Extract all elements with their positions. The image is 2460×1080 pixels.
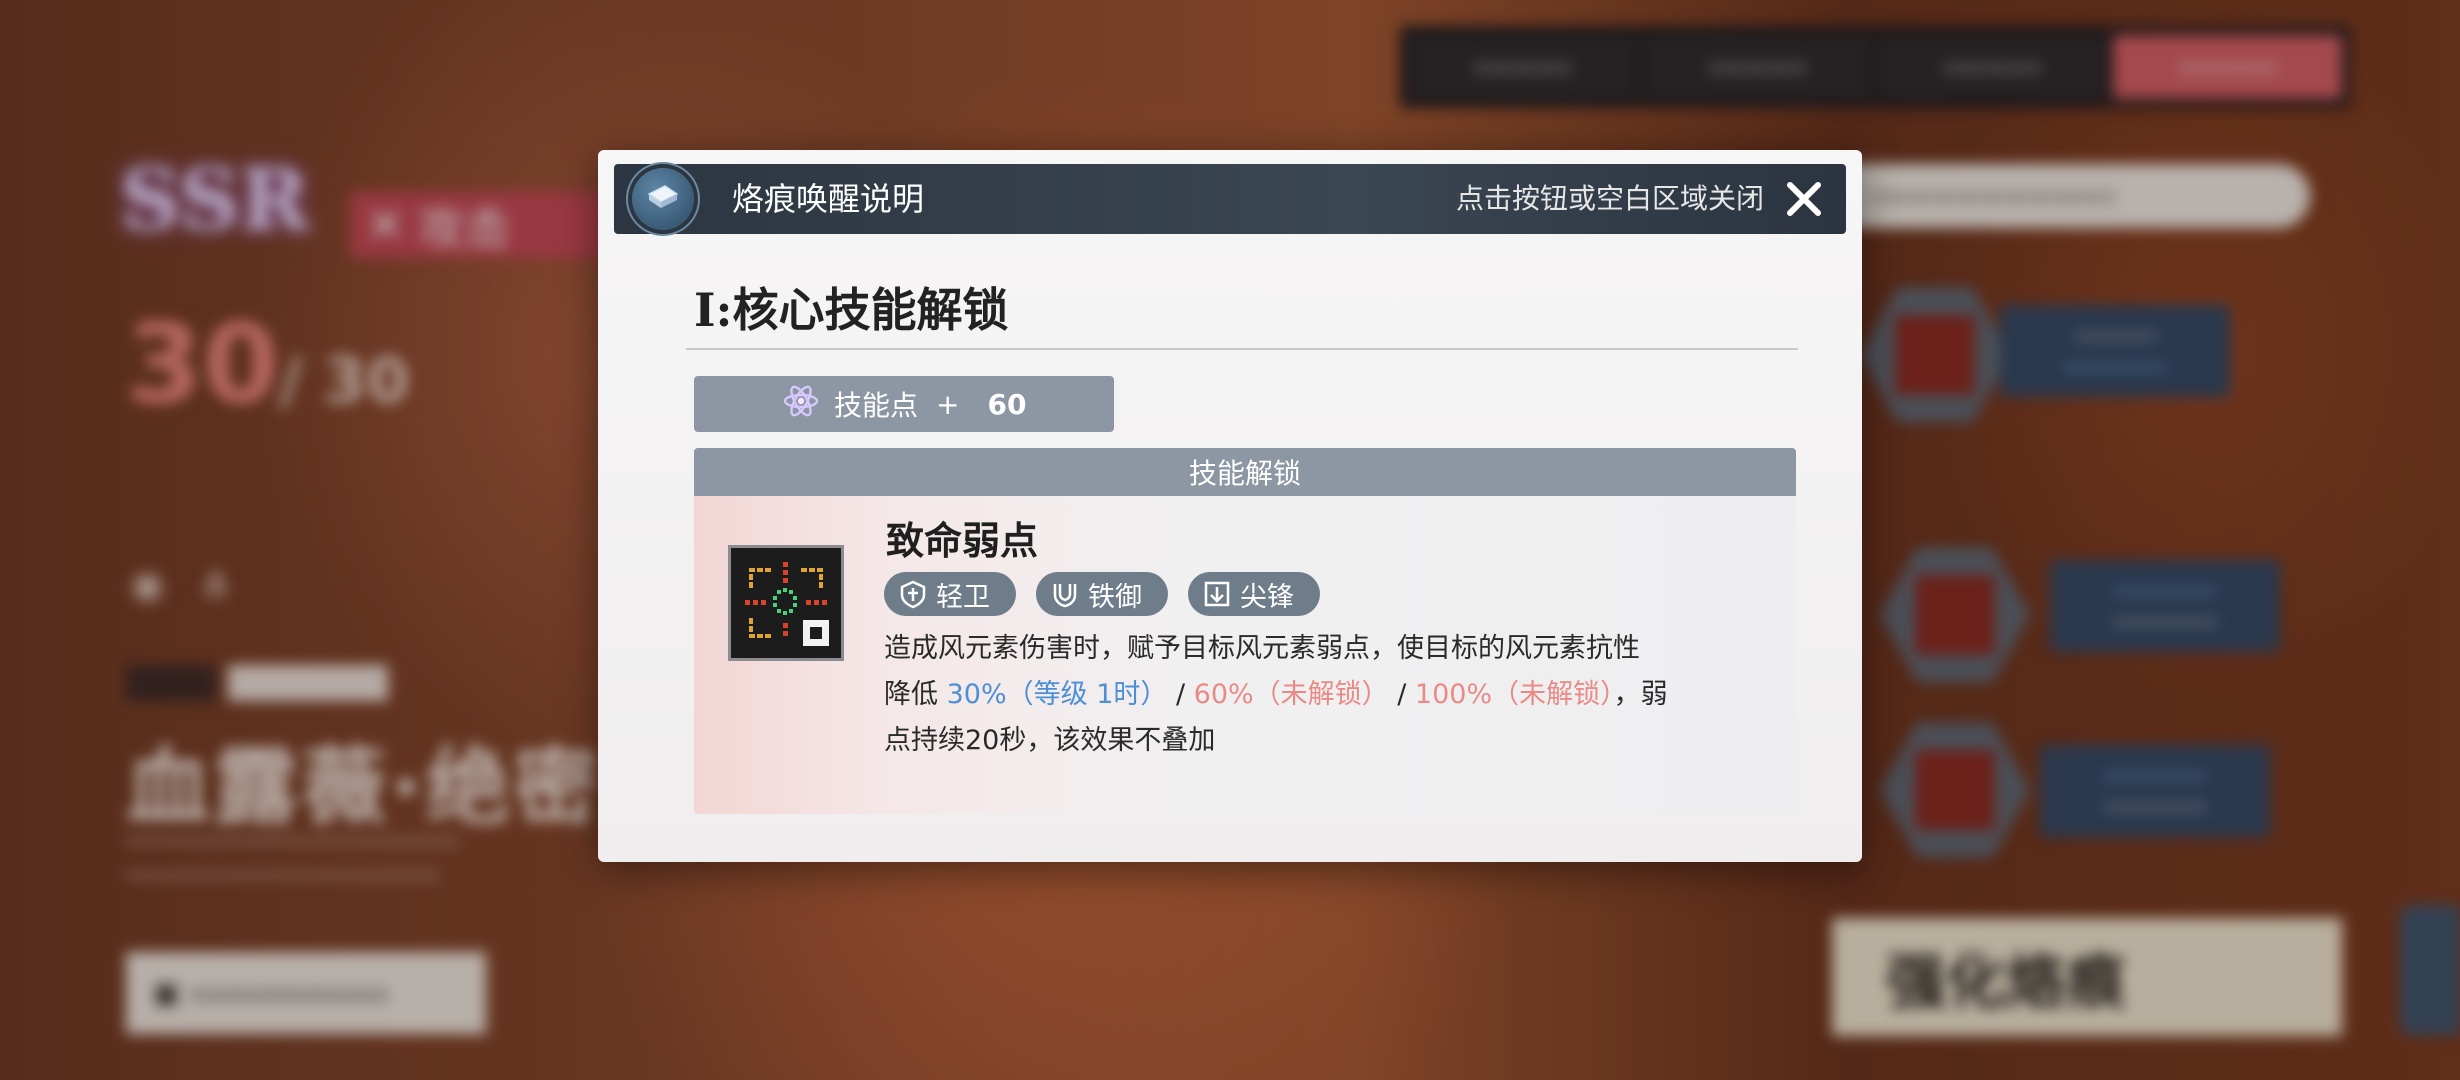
skill-unlock-panel: 技能解锁 致命弱点 轻卫 铁御 尖锋 造成风元素伤害时，赋予目标风元素弱点，使目… [694, 448, 1796, 814]
desc-line-1: 造成风元素伤害时，赋予目标风元素弱点，使目标的风元素抗性 [884, 633, 1640, 664]
modal-header: 烙痕唤醒说明 点击按钮或空白区域关闭 [614, 164, 1846, 234]
level-2-value: 60%（未解锁） [1193, 679, 1389, 710]
close-hint: 点击按钮或空白区域关闭 [1455, 182, 1764, 215]
skill-name: 致命弱点 [886, 518, 1039, 563]
skill-points-label: 技能点 [834, 389, 919, 422]
atom-icon [782, 382, 820, 427]
desc-separator: / [1167, 679, 1194, 710]
desc-suffix: ，弱 [1613, 679, 1668, 710]
skill-unlock-header: 技能解锁 [694, 448, 1796, 496]
desc-line-3: 点持续20秒，该效果不叠加 [884, 725, 1216, 756]
awakening-info-modal: 烙痕唤醒说明 点击按钮或空白区域关闭 I:核心技能解锁 技能点 + 60 技能解… [598, 150, 1862, 862]
skill-points-bar: 技能点 + 60 [694, 376, 1114, 432]
tag-label: 轻卫 [936, 581, 990, 613]
level-3-value: 100%（未解锁） [1414, 679, 1614, 710]
section-title: I:核心技能解锁 [694, 283, 1009, 337]
iron-defense-icon [1050, 579, 1080, 609]
level-1-value: 30%（等级 1时） [946, 679, 1168, 710]
skill-points-plus: + [936, 387, 960, 421]
close-icon[interactable] [1784, 179, 1824, 219]
skill-points-value: 60 [987, 387, 1027, 421]
tag-sharp-edge: 尖锋 [1188, 572, 1320, 616]
section-divider [686, 348, 1798, 350]
tag-label: 铁御 [1088, 581, 1142, 613]
tag-light-guard: 轻卫 [884, 572, 1016, 616]
light-guard-icon [898, 579, 928, 609]
tag-label: 尖锋 [1240, 581, 1294, 613]
modal-title: 烙痕唤醒说明 [732, 180, 925, 218]
skill-description: 造成风元素伤害时，赋予目标风元素弱点，使目标的风元素抗性 降低 30%（等级 1… [884, 626, 1764, 764]
desc-prefix: 降低 [884, 679, 947, 710]
tag-iron-defense: 铁御 [1036, 572, 1168, 616]
brand-card-icon [632, 168, 694, 230]
desc-separator: / [1388, 679, 1415, 710]
sharp-edge-icon [1202, 579, 1232, 609]
skill-tags: 轻卫 铁御 尖锋 [884, 572, 1320, 616]
weak-point-skill-icon [728, 545, 844, 661]
